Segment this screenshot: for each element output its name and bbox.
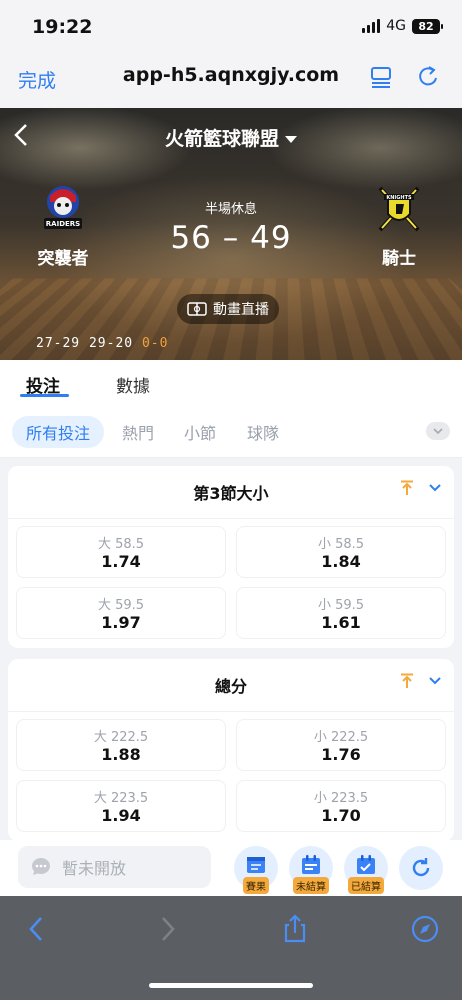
market-card: 總分 大 222.5 1.88 小 222.5 1.76 大 223.5 1.9…: [8, 659, 454, 841]
match-header: 火箭籃球聯盟 RAIDERS 突襲者 半場休息 56 – 49 KNIGHTS …: [0, 108, 462, 360]
market-title: 總分: [214, 677, 247, 696]
battery-icon: 82: [412, 18, 443, 34]
odds-label: 大 58.5: [97, 537, 145, 552]
calendar-icon: [302, 855, 320, 874]
away-team-name: 騎士: [382, 249, 416, 269]
odds-label: 大 223.5: [93, 791, 149, 806]
knights-logo-text: KNIGHTS: [386, 195, 412, 201]
results-button[interactable]: 賽果: [234, 846, 278, 894]
odds-button[interactable]: 大 222.5 1.88: [16, 719, 226, 771]
market-card: 第3節大小 大 58.5 1.74 小 58.5 1.84 大 59.5 1.9…: [8, 466, 454, 648]
odds-button[interactable]: 大 59.5 1.97: [16, 587, 226, 639]
q1-score: 27-29: [36, 336, 81, 351]
filter-all[interactable]: 所有投注: [12, 416, 105, 448]
knights-logo: KNIGHTS: [378, 186, 420, 232]
unsettled-label: 未結算: [293, 877, 329, 894]
odds-value: 1.84: [321, 552, 361, 571]
main-tabs: 投注 數據: [0, 360, 462, 406]
odds-button[interactable]: 小 223.5 1.70: [236, 780, 446, 832]
market-actions: [400, 480, 442, 496]
odds-button[interactable]: 小 59.5 1.61: [236, 587, 446, 639]
chevron-down-icon[interactable]: [428, 483, 442, 493]
url-text: app-h5.aqnxgjy.com: [122, 64, 340, 86]
pin-top-icon[interactable]: [400, 480, 414, 496]
calendar-check-icon: [357, 855, 375, 874]
filter-team[interactable]: 球隊: [247, 416, 279, 448]
tabs-icon[interactable]: [368, 64, 394, 90]
divider: [8, 518, 454, 519]
settled-label: 已結算: [348, 877, 384, 894]
reload-icon[interactable]: [416, 64, 442, 90]
refresh-button[interactable]: [399, 846, 443, 890]
odds-label: 小 58.5: [317, 537, 365, 552]
browser-back-icon[interactable]: [24, 914, 48, 944]
odds-label: 小 59.5: [317, 598, 365, 613]
home-indicator: [149, 983, 313, 988]
share-icon[interactable]: [281, 914, 309, 944]
signal-icon: [362, 19, 381, 33]
status-indicators: 4G 82: [362, 18, 443, 34]
caret-down-icon: [285, 136, 297, 143]
league-selector[interactable]: 火箭籃球聯盟: [0, 124, 462, 151]
chat-input[interactable]: 暫未開放: [18, 846, 211, 888]
expand-filters-button[interactable]: [426, 422, 450, 440]
odds-button[interactable]: 小 58.5 1.84: [236, 526, 446, 578]
odds-value: 1.61: [321, 613, 361, 632]
odds-label: 小 223.5: [313, 791, 369, 806]
odds-label: 大 59.5: [97, 598, 145, 613]
odds-label: 小 222.5: [313, 730, 369, 745]
court-icon: [187, 302, 207, 316]
animation-label: 動畫直播: [213, 302, 269, 318]
odds-value: 1.97: [101, 613, 141, 632]
active-tab-indicator: [20, 394, 69, 397]
odds-value: 1.94: [101, 806, 141, 825]
odds-value: 1.76: [321, 745, 361, 764]
divider: [8, 711, 454, 712]
market-actions: [400, 673, 442, 689]
tab-data[interactable]: 數據: [116, 372, 150, 397]
browser-forward-icon[interactable]: [156, 914, 180, 944]
odds-button[interactable]: 大 58.5 1.74: [16, 526, 226, 578]
browser-bottom-toolbar: [0, 896, 462, 1000]
chat-bubble-icon: [32, 858, 50, 875]
animation-live-button[interactable]: 動畫直播: [177, 294, 279, 324]
settled-button[interactable]: 已結算: [344, 846, 388, 894]
odds-label: 大 222.5: [93, 730, 149, 745]
browser-top-bar: 19:22 4G 82 完成 app-h5.aqnxgjy.com: [0, 0, 462, 108]
results-label: 賽果: [243, 877, 269, 894]
odds-value: 1.70: [321, 806, 361, 825]
market-title: 第3節大小: [193, 484, 269, 503]
q3-score: 0-0: [141, 336, 169, 351]
league-name: 火箭籃球聯盟: [164, 128, 279, 150]
bet-action-bar: 暫未開放 賽果 未結算 已結算: [0, 840, 462, 896]
filter-hot[interactable]: 熱門: [122, 416, 154, 448]
chevron-down-icon[interactable]: [428, 676, 442, 686]
odds-value: 1.74: [101, 552, 141, 571]
odds-button[interactable]: 大 223.5 1.94: [16, 780, 226, 832]
network-label: 4G: [386, 18, 406, 34]
odds-button[interactable]: 小 222.5 1.76: [236, 719, 446, 771]
odds-value: 1.88: [101, 745, 141, 764]
chevron-down-icon: [433, 428, 443, 434]
compass-icon[interactable]: [410, 914, 440, 944]
filter-quarter[interactable]: 小節: [184, 416, 216, 448]
pin-top-icon[interactable]: [400, 673, 414, 689]
chat-placeholder: 暫未開放: [62, 859, 127, 878]
unsettled-button[interactable]: 未結算: [289, 846, 333, 894]
results-icon: [247, 857, 265, 873]
status-time: 19:22: [32, 16, 93, 38]
filter-bar: 所有投注 熱門 小節 球隊: [0, 406, 462, 458]
away-team: KNIGHTS 騎士: [344, 184, 454, 269]
refresh-icon: [412, 858, 430, 877]
q2-score: 29-20: [88, 336, 134, 351]
quarter-scores: 27-29 29-20 0-0: [36, 336, 168, 351]
